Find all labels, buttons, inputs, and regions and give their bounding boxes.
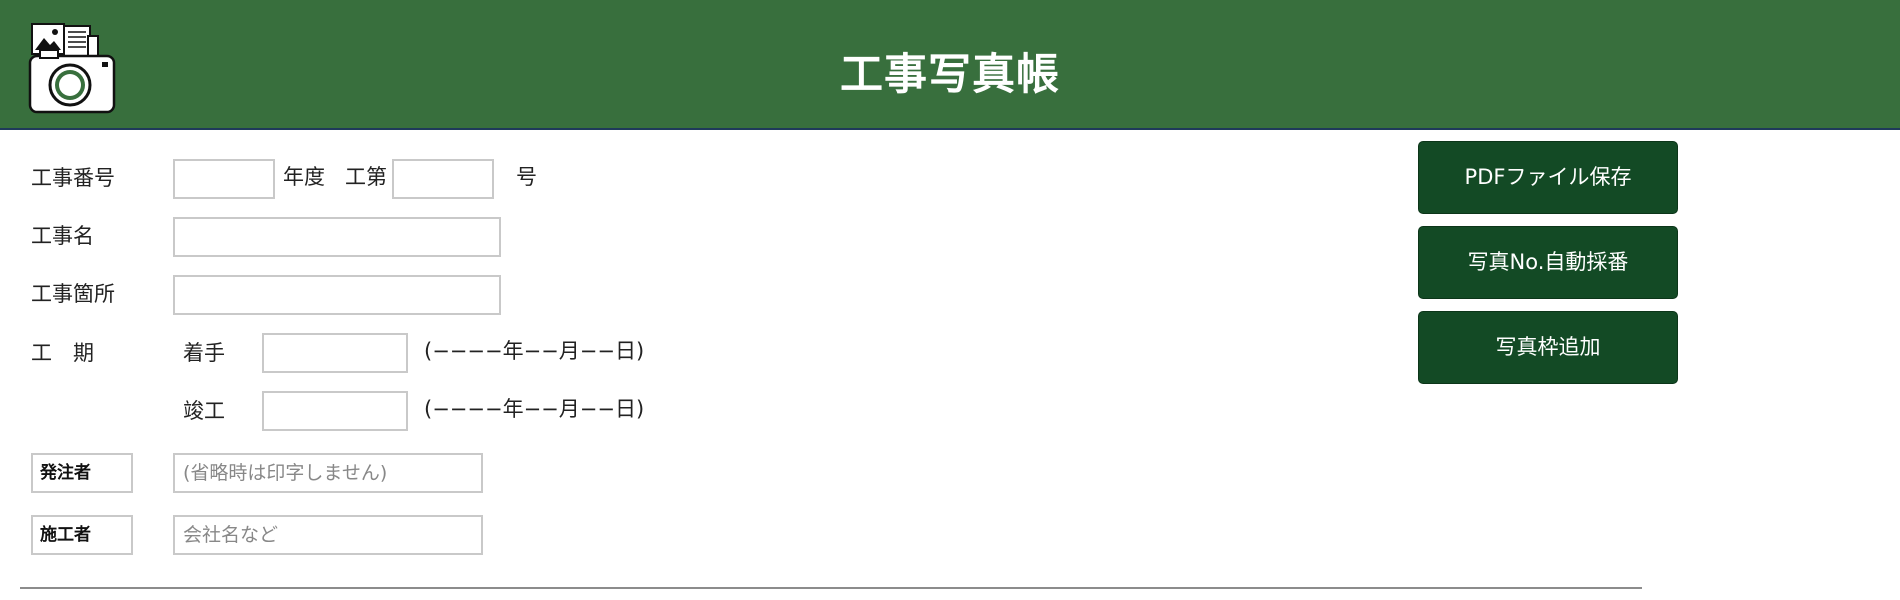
- contractor-label: 施工者: [31, 515, 133, 555]
- project-name-input[interactable]: [173, 217, 501, 257]
- save-pdf-button[interactable]: PDFファイル保存: [1418, 141, 1678, 214]
- add-photo-frame-button[interactable]: 写真枠追加: [1418, 311, 1678, 384]
- client-label: 発注者: [31, 453, 133, 493]
- auto-number-photos-button[interactable]: 写真No.自動採番: [1418, 226, 1678, 299]
- start-date-input[interactable]: [262, 333, 408, 373]
- project-number-input[interactable]: [392, 159, 494, 199]
- project-number-suffix: 号: [516, 165, 537, 189]
- project-name-label: 工事名: [31, 224, 94, 248]
- fiscal-year-input[interactable]: [173, 159, 275, 199]
- start-date-label: 着手: [183, 341, 225, 365]
- project-location-label: 工事箇所: [31, 282, 115, 306]
- client-input[interactable]: (省略時は印字しません): [173, 453, 483, 493]
- app-title: 工事写真帳: [840, 50, 1060, 100]
- fiscal-year-suffix: 年度: [283, 165, 325, 189]
- project-number-prefix: 工第: [345, 165, 387, 189]
- app-header: 工事写真帳: [0, 0, 1900, 130]
- start-date-format-hint: (−−−−年−−月−−日): [424, 339, 645, 363]
- project-location-input[interactable]: [173, 275, 501, 315]
- project-number-label: 工事番号: [31, 166, 115, 190]
- end-date-label: 竣工: [183, 399, 225, 423]
- period-label: 工 期: [31, 341, 94, 365]
- section-divider: [20, 587, 1642, 589]
- contractor-input[interactable]: 会社名など: [173, 515, 483, 555]
- end-date-input[interactable]: [262, 391, 408, 431]
- end-date-format-hint: (−−−−年−−月−−日): [424, 397, 645, 421]
